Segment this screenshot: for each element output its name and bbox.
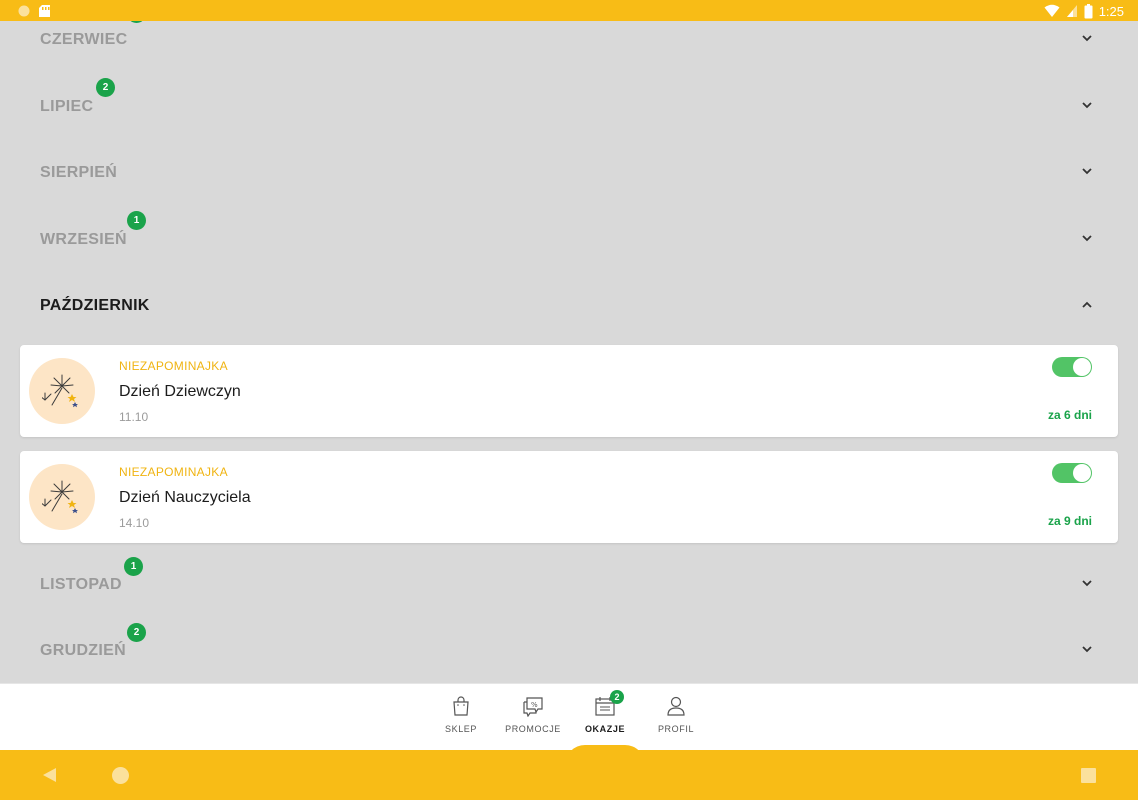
occasion-date: 14.10 — [119, 516, 150, 530]
wifi-icon — [1044, 4, 1060, 17]
fireworks-icon — [42, 374, 78, 408]
occasion-avatar — [29, 464, 95, 530]
month-row-lipiec[interactable]: LIPIEC 2 — [0, 73, 1138, 139]
chevron-down-icon[interactable] — [1080, 576, 1094, 590]
svg-text:%: % — [531, 701, 538, 709]
month-label: PAŹDZIERNIK — [40, 297, 150, 314]
month-count-badge: 1 — [127, 211, 146, 230]
month-row-listopad[interactable]: LISTOPAD 1 — [0, 551, 1138, 617]
nav-item-profil[interactable]: PROFIL — [641, 695, 711, 734]
nav-label: SKLEP — [444, 724, 478, 734]
month-label: SIERPIEŃ — [40, 164, 118, 181]
status-left-icons — [18, 4, 58, 18]
occasion-countdown: za 9 dni — [1047, 514, 1092, 528]
occasions-list[interactable]: CZERWIEC 2 LIPIEC 2 SIERPIEŃ WRZESIEŃ 1 … — [0, 21, 1138, 683]
bottom-navigation: SKLEP % PROMOCJE 2 OKAZJE PROFIL — [0, 683, 1138, 765]
chevron-down-icon[interactable] — [1080, 642, 1094, 656]
system-navigation-bar — [0, 750, 1138, 800]
occasion-card[interactable]: NIEZAPOMINAJKA Dzień Dziewczyn 11.10 za … — [20, 345, 1118, 437]
occasion-countdown: za 6 dni — [1047, 408, 1092, 422]
month-count-badge: 1 — [124, 557, 143, 576]
status-right-icons: 1:25 — [1044, 3, 1124, 19]
month-count-badge: 2 — [127, 623, 146, 642]
month-label: LISTOPAD — [40, 576, 122, 593]
toggle-knob — [1073, 464, 1091, 482]
month-row-czerwiec[interactable]: CZERWIEC 2 — [0, 21, 1138, 72]
toggle-knob — [1073, 358, 1091, 376]
occasion-avatar — [29, 358, 95, 424]
back-icon[interactable] — [42, 767, 58, 783]
occasion-category: NIEZAPOMINAJKA — [119, 359, 228, 373]
month-label: WRZESIEŃ — [40, 231, 127, 248]
chevron-down-icon[interactable] — [1080, 231, 1094, 245]
month-label: LIPIEC — [40, 98, 94, 115]
month-count-badge: 2 — [96, 78, 115, 97]
month-row-pazdziernik[interactable]: PAŹDZIERNIK — [0, 272, 1138, 338]
occasion-category: NIEZAPOMINAJKA — [119, 465, 228, 479]
nav-item-okazje[interactable]: 2 OKAZJE — [570, 690, 640, 734]
nav-item-sklep[interactable]: SKLEP — [426, 695, 496, 734]
nav-label: OKAZJE — [584, 724, 626, 734]
nav-count-badge: 2 — [610, 690, 624, 704]
month-count-badge: 2 — [127, 21, 146, 23]
occasion-name: Dzień Dziewczyn — [119, 383, 241, 400]
status-bar: 1:25 — [0, 0, 1138, 21]
fireworks-icon — [42, 480, 78, 514]
reminder-toggle[interactable] — [1052, 463, 1092, 483]
month-label: CZERWIEC — [40, 31, 128, 48]
month-row-wrzesien[interactable]: WRZESIEŃ 1 — [0, 206, 1138, 272]
chevron-down-icon[interactable] — [1080, 98, 1094, 112]
battery-icon — [1084, 3, 1093, 18]
nav-label: PROFIL — [657, 724, 695, 734]
chevron-down-icon[interactable] — [1080, 164, 1094, 178]
recents-icon[interactable] — [1081, 768, 1096, 783]
shopping-bag-icon — [453, 696, 469, 716]
reminder-toggle[interactable] — [1052, 357, 1092, 377]
status-time: 1:25 — [1098, 3, 1124, 19]
chevron-up-icon[interactable] — [1080, 298, 1094, 312]
month-row-sierpien[interactable]: SIERPIEŃ — [0, 139, 1138, 205]
promotions-icon: % — [523, 697, 543, 717]
home-icon[interactable] — [112, 767, 129, 784]
chevron-down-icon[interactable] — [1080, 31, 1094, 45]
profile-icon — [667, 696, 685, 716]
notification-dot-icon — [18, 5, 50, 17]
occasion-name: Dzień Nauczyciela — [119, 489, 251, 506]
month-row-grudzien[interactable]: GRUDZIEŃ 2 — [0, 617, 1138, 683]
occasion-date: 11.10 — [119, 410, 149, 424]
month-label: GRUDZIEŃ — [40, 642, 126, 659]
nav-label: PROMOCJE — [505, 724, 561, 734]
signal-icon — [1066, 5, 1077, 17]
occasion-card[interactable]: NIEZAPOMINAJKA Dzień Nauczyciela 14.10 z… — [20, 451, 1118, 543]
nav-item-promocje[interactable]: % PROMOCJE — [498, 695, 568, 734]
